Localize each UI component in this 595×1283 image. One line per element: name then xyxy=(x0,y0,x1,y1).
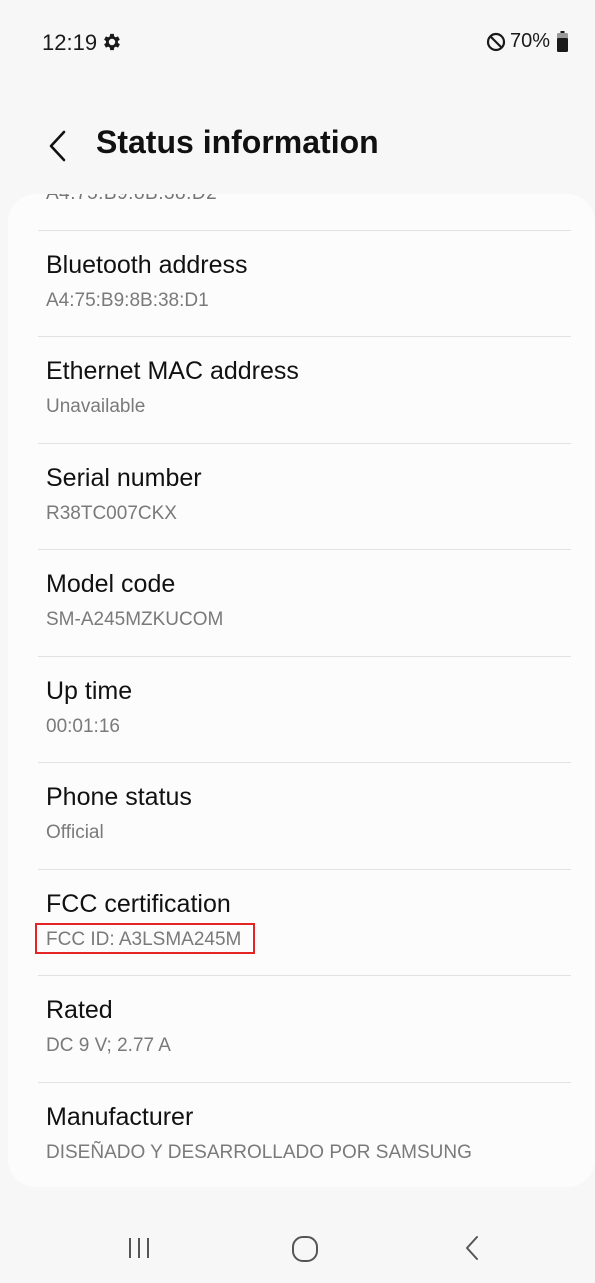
list-item-up-time[interactable]: Up time 00:01:16 xyxy=(8,657,595,762)
list-item-value: Official xyxy=(46,822,104,843)
list-item-value: R38TC007CKX xyxy=(46,503,177,524)
list-item-title: Bluetooth address xyxy=(46,251,248,279)
list-item-value: Unavailable xyxy=(46,396,146,417)
status-info-list[interactable]: A4:75:B9:8B:38:D2 Bluetooth address A4:7… xyxy=(8,194,595,1187)
list-item-phone-status[interactable]: Phone status Official xyxy=(8,763,595,868)
list-item-value: DISEÑADO Y DESARROLLADO POR SAMSUNG xyxy=(46,1142,472,1163)
list-item-fcc-certification[interactable]: FCC certification FCC ID: A3LSMA245M xyxy=(8,870,595,975)
list-item-value: A4:75:B9:8B:38:D1 xyxy=(46,290,209,311)
gear-icon xyxy=(104,33,120,51)
list-item-model-code[interactable]: Model code SM-A245MZKUCOM xyxy=(8,550,595,655)
list-item-title: Rated xyxy=(46,996,113,1024)
battery-icon xyxy=(557,31,568,52)
list-item-value: 00:01:16 xyxy=(46,716,120,737)
list-item-title: Ethernet MAC address xyxy=(46,357,299,385)
recent-apps-icon[interactable] xyxy=(124,1233,154,1263)
list-item-value: SM-A245MZKUCOM xyxy=(46,609,224,630)
status-time: 12:19 xyxy=(42,30,98,55)
list-item-value: DC 9 V; 2.77 A xyxy=(46,1035,171,1056)
list-item-title: Model code xyxy=(46,570,176,598)
no-disturb-icon xyxy=(486,32,506,52)
screen: 12:19 70% Status information A4:75:B9:8B… xyxy=(0,0,595,1283)
navigation-bar xyxy=(0,1213,595,1283)
list-item-title: Phone status xyxy=(46,783,192,811)
list-item-rated[interactable]: Rated DC 9 V; 2.77 A xyxy=(8,976,595,1081)
home-icon[interactable] xyxy=(289,1233,321,1265)
list-item-serial-number[interactable]: Serial number R38TC007CKX xyxy=(8,444,595,549)
partial-list-item-value: A4:75:B9:8B:38:D2 xyxy=(46,194,217,205)
list-item-title: Serial number xyxy=(46,464,202,492)
list-item-bluetooth-address[interactable]: Bluetooth address A4:75:B9:8B:38:D1 xyxy=(8,231,595,336)
list-item-manufacturer[interactable]: Manufacturer DISEÑADO Y DESARROLLADO POR… xyxy=(8,1083,595,1187)
list-item-title: Up time xyxy=(46,677,133,705)
back-nav-icon[interactable] xyxy=(458,1233,488,1263)
back-button[interactable] xyxy=(36,122,80,170)
page-title: Status information xyxy=(96,124,379,160)
list-item-title: Manufacturer xyxy=(46,1103,194,1131)
list-item-ethernet-mac-address[interactable]: Ethernet MAC address Unavailable xyxy=(8,337,595,442)
chevron-left-icon xyxy=(49,130,66,162)
status-bar: 12:19 70% xyxy=(0,0,595,90)
highlight-box xyxy=(35,923,255,954)
list-item-title: FCC certification xyxy=(46,890,231,918)
battery-percentage: 70% xyxy=(510,30,551,52)
